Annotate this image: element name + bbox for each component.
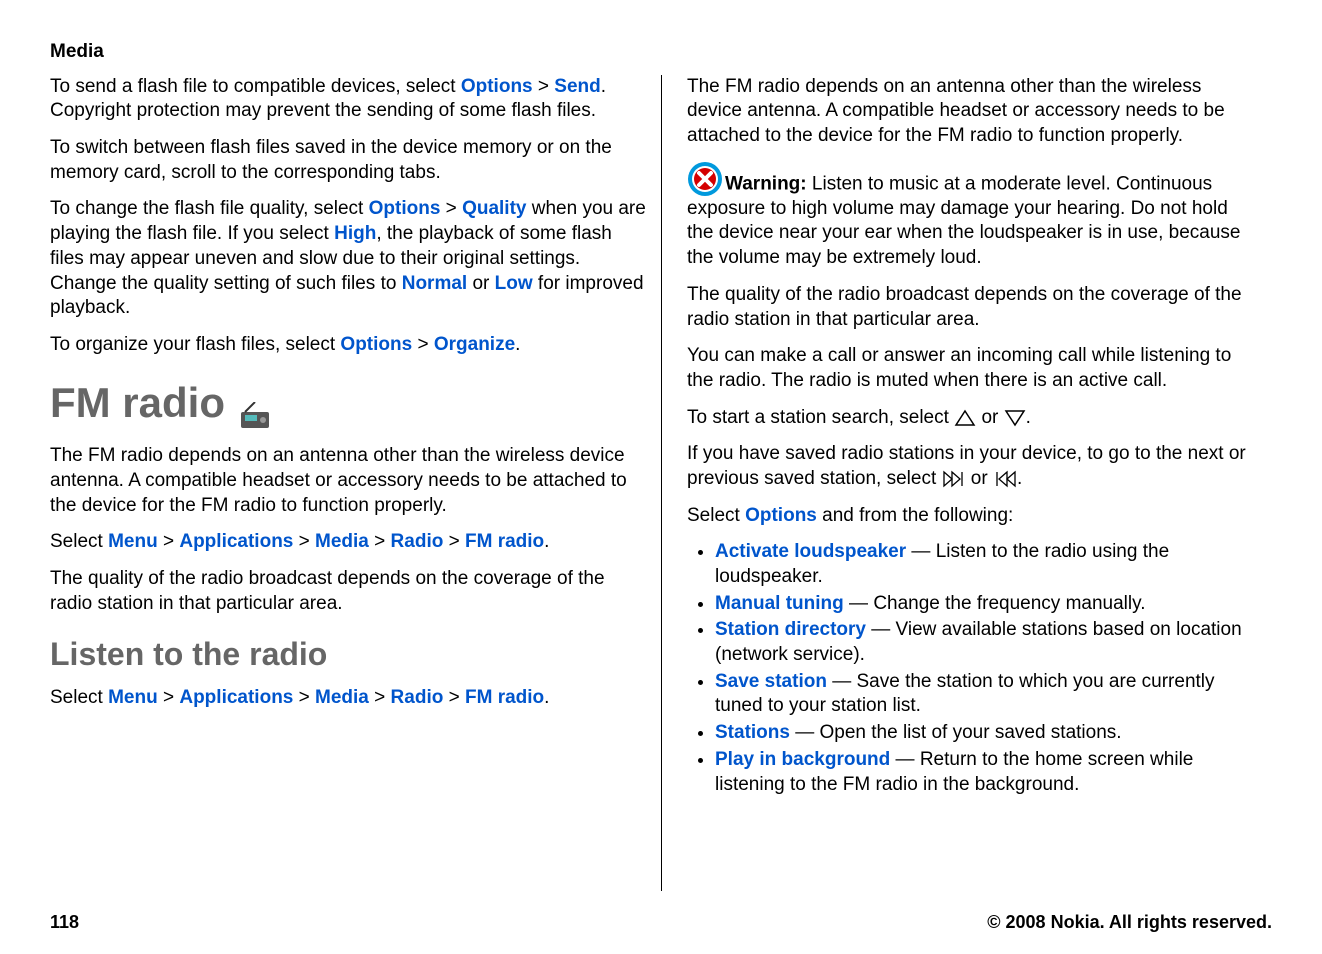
text: >: [369, 531, 391, 552]
skip-backward-icon: [993, 470, 1017, 488]
footer: 118 © 2008 Nokia. All rights reserved.: [50, 891, 1272, 934]
para-antenna-2: The FM radio depends on an antenna other…: [687, 75, 1252, 149]
fm-radio-link[interactable]: FM radio: [465, 531, 544, 552]
para-coverage: The quality of the radio broadcast depen…: [50, 567, 646, 616]
list-item: Save station — Save the station to which…: [715, 670, 1252, 719]
text: >: [369, 687, 391, 708]
heading-listen: Listen to the radio: [50, 634, 646, 676]
para-nav-listen: Select Menu > Applications > Media > Rad…: [50, 686, 646, 711]
columns: To send a flash file to compatible devic…: [50, 75, 1272, 891]
para-nav-fm-radio: Select Menu > Applications > Media > Rad…: [50, 530, 646, 555]
warning-block: Warning: Listen to music at a moderate l…: [687, 161, 1252, 271]
text: >: [158, 687, 180, 708]
text: To send a flash file to compatible devic…: [50, 76, 461, 97]
text: .: [1017, 468, 1022, 489]
options-link[interactable]: Options: [745, 505, 817, 526]
text: .: [1026, 407, 1031, 428]
quality-link[interactable]: Quality: [462, 198, 526, 219]
triangle-up-icon: [954, 409, 976, 427]
station-directory-link[interactable]: Station directory: [715, 619, 866, 640]
section-header: Media: [50, 40, 1272, 65]
stations-link[interactable]: Stations: [715, 722, 790, 743]
media-link[interactable]: Media: [315, 531, 369, 552]
list-item: Activate loudspeaker — Listen to the rad…: [715, 540, 1252, 589]
warning-icon: [687, 161, 723, 197]
left-column: To send a flash file to compatible devic…: [50, 75, 661, 891]
para-coverage-2: The quality of the radio broadcast depen…: [687, 283, 1252, 332]
manual-tuning-link[interactable]: Manual tuning: [715, 593, 844, 614]
text: or: [467, 273, 494, 294]
text: >: [158, 531, 180, 552]
text: .: [544, 531, 549, 552]
heading-fm-radio: FM radio: [50, 376, 646, 431]
options-list: Activate loudspeaker — Listen to the rad…: [687, 540, 1252, 797]
text: >: [533, 76, 555, 97]
play-in-background-link[interactable]: Play in background: [715, 749, 890, 770]
radio-icon: [237, 389, 273, 417]
text: >: [293, 531, 315, 552]
list-item: Manual tuning — Change the frequency man…: [715, 592, 1252, 617]
text: To start a station search, select: [687, 407, 954, 428]
high-link[interactable]: High: [334, 223, 376, 244]
para-switch-tabs: To switch between flash files saved in t…: [50, 136, 646, 185]
skip-forward-icon: [942, 470, 966, 488]
text: .: [544, 687, 549, 708]
options-link[interactable]: Options: [461, 76, 533, 97]
para-saved-station: If you have saved radio stations in your…: [687, 442, 1252, 491]
fm-radio-link[interactable]: FM radio: [465, 687, 544, 708]
para-organize: To organize your flash files, select Opt…: [50, 333, 646, 358]
options-link[interactable]: Options: [340, 334, 412, 355]
text: Select: [687, 505, 745, 526]
text: >: [440, 198, 462, 219]
radio-link[interactable]: Radio: [391, 687, 444, 708]
list-item: Station directory — View available stati…: [715, 618, 1252, 667]
radio-link[interactable]: Radio: [391, 531, 444, 552]
para-select-options: Select Options and from the following:: [687, 504, 1252, 529]
text: >: [412, 334, 434, 355]
copyright: © 2008 Nokia. All rights reserved.: [987, 911, 1272, 934]
page-number: 118: [50, 911, 79, 934]
media-link[interactable]: Media: [315, 687, 369, 708]
text: or: [966, 468, 993, 489]
applications-link[interactable]: Applications: [179, 687, 293, 708]
send-link[interactable]: Send: [554, 76, 600, 97]
low-link[interactable]: Low: [495, 273, 533, 294]
text: Select: [50, 531, 108, 552]
para-search: To start a station search, select or .: [687, 406, 1252, 431]
warning-label: Warning:: [725, 173, 812, 194]
save-station-link[interactable]: Save station: [715, 671, 827, 692]
heading-text: FM radio: [50, 376, 225, 431]
triangle-down-icon: [1004, 409, 1026, 427]
normal-link[interactable]: Normal: [402, 273, 467, 294]
text: To organize your flash files, select: [50, 334, 340, 355]
text: and from the following:: [817, 505, 1013, 526]
text: To change the flash file quality, select: [50, 198, 369, 219]
options-link[interactable]: Options: [369, 198, 441, 219]
menu-link[interactable]: Menu: [108, 531, 158, 552]
text: >: [443, 687, 465, 708]
organize-link[interactable]: Organize: [434, 334, 515, 355]
text: >: [293, 687, 315, 708]
para-antenna: The FM radio depends on an antenna other…: [50, 444, 646, 518]
menu-link[interactable]: Menu: [108, 687, 158, 708]
text: or: [976, 407, 1003, 428]
list-item: Play in background — Return to the home …: [715, 748, 1252, 797]
page: Media To send a flash file to compatible…: [0, 0, 1322, 954]
text: Select: [50, 687, 108, 708]
right-column: The FM radio depends on an antenna other…: [661, 75, 1272, 891]
activate-loudspeaker-link[interactable]: Activate loudspeaker: [715, 541, 906, 562]
applications-link[interactable]: Applications: [179, 531, 293, 552]
text: .: [515, 334, 520, 355]
para-send-flash: To send a flash file to compatible devic…: [50, 75, 646, 124]
list-item: Stations — Open the list of your saved s…: [715, 721, 1252, 746]
text: — Open the list of your saved stations.: [790, 722, 1122, 743]
text: — Change the frequency manually.: [844, 593, 1146, 614]
para-quality: To change the flash file quality, select…: [50, 197, 646, 320]
text: >: [443, 531, 465, 552]
para-call: You can make a call or answer an incomin…: [687, 344, 1252, 393]
